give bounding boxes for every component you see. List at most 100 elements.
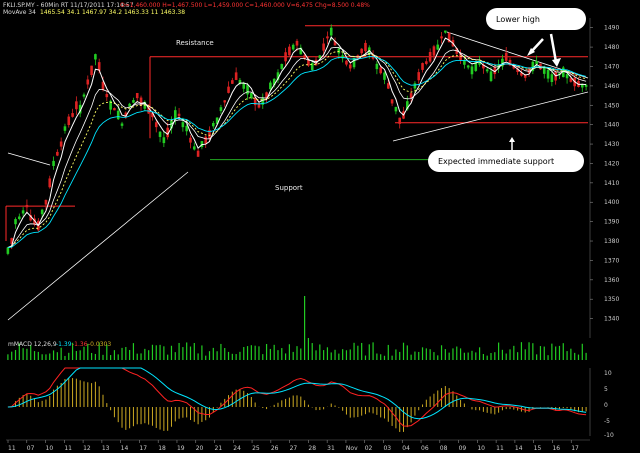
volume-bar [539, 346, 542, 360]
time-tick-label: 04 [402, 445, 410, 452]
volume-bar [414, 351, 416, 360]
volume-bar [140, 353, 142, 360]
candle-body [398, 117, 402, 124]
volume-bar [475, 352, 477, 360]
price-tick-label: 1380 [604, 238, 619, 245]
volume-bar [7, 354, 9, 360]
volume-bar [513, 345, 515, 360]
volume-bar [425, 348, 427, 360]
volume-bar [349, 349, 351, 360]
volume-bar [486, 355, 488, 360]
candle-body [21, 210, 25, 214]
candle-body [44, 199, 48, 205]
candle-body [310, 62, 314, 71]
volume-bar [227, 351, 230, 360]
volume-bar [536, 354, 538, 360]
volume-bar [372, 342, 374, 360]
candle-body [75, 101, 78, 110]
time-tick-label: 24 [233, 445, 241, 452]
volume-bar [79, 350, 81, 360]
volume-bar [399, 351, 401, 360]
candle-body [288, 46, 291, 56]
volume-bar [292, 351, 294, 360]
time-tick-label: 08 [440, 445, 448, 452]
time-tick-label: 27 [290, 445, 298, 452]
price-tick-label: 1430 [604, 141, 619, 148]
volume-bar [205, 355, 207, 360]
time-tick-label: 31 [327, 445, 335, 452]
volume-bar [254, 345, 256, 360]
volume-bar [391, 355, 393, 360]
volume-bar [300, 348, 302, 360]
price-tick-label: 1420 [604, 160, 619, 167]
time-tick-label: 19 [177, 445, 185, 452]
candle-body [329, 27, 333, 36]
candle-body [52, 160, 55, 166]
candle-body [212, 123, 215, 127]
volume-bar [304, 296, 306, 360]
candle-body [196, 150, 200, 157]
candle-body [40, 209, 44, 215]
volume-bar [433, 352, 435, 360]
volume-bar [459, 348, 462, 360]
volume-bar [83, 346, 85, 360]
candle-body [242, 83, 246, 89]
volume-bar [224, 348, 226, 360]
volume-bar [239, 351, 241, 360]
time-tick-label: 25 [252, 445, 260, 452]
candle-body [135, 92, 139, 99]
candle-body [432, 46, 436, 56]
candle-body [466, 65, 470, 68]
volume-bar [520, 342, 523, 360]
volume-bar [90, 352, 93, 360]
volume-bar [577, 354, 580, 360]
volume-bar [330, 352, 332, 360]
volume-bar [338, 353, 340, 360]
candle-body [132, 100, 135, 103]
volume-bar [41, 354, 43, 360]
candle-body [425, 61, 428, 64]
candle-body [25, 204, 29, 208]
volume-bar [574, 352, 576, 360]
candle-body [246, 85, 249, 95]
macd-value-3: -0.0303 [88, 341, 111, 348]
time-tick-label: 07 [27, 445, 35, 452]
volume-bar [250, 345, 252, 360]
volume-bar [163, 346, 165, 360]
candle-body [63, 126, 67, 131]
volume-bar [528, 342, 530, 360]
candle-body [113, 108, 116, 111]
volume-bar [494, 352, 496, 360]
macd-tick-label: -5 [604, 418, 610, 425]
volume-bar [33, 351, 36, 360]
candle-body [383, 72, 386, 80]
price-tick-label: 1490 [604, 25, 619, 32]
volume-bar [323, 350, 325, 360]
volume-bar [159, 344, 161, 360]
volume-bar [262, 354, 264, 360]
time-tick-label: 11 [496, 445, 504, 452]
candle-body [379, 67, 382, 74]
time-tick-label: 10 [477, 445, 485, 452]
time-tick-label: Nov [346, 445, 358, 452]
volume-bar [490, 353, 492, 360]
candle-body [234, 72, 238, 80]
volume-bar [26, 348, 28, 360]
volume-bar [178, 342, 180, 360]
volume-bar [543, 346, 545, 360]
volume-bar [387, 344, 389, 360]
candle-body [291, 44, 295, 50]
time-tick-label: 14 [121, 445, 129, 452]
volume-bar [37, 351, 39, 360]
candle-body [280, 64, 284, 69]
candle-body [223, 100, 227, 103]
price-tick-label: 1440 [604, 122, 619, 129]
header-ma-values: 1465.54 34.1 1467.97 34.2 1463.33 11 146… [40, 9, 185, 16]
volume-bar [117, 354, 119, 360]
candle-body [189, 137, 192, 143]
volume-bar [418, 351, 420, 360]
candle-body [181, 122, 185, 128]
time-tick-label: 13 [102, 445, 110, 452]
volume-bar [246, 346, 249, 360]
candle-body [436, 44, 440, 50]
